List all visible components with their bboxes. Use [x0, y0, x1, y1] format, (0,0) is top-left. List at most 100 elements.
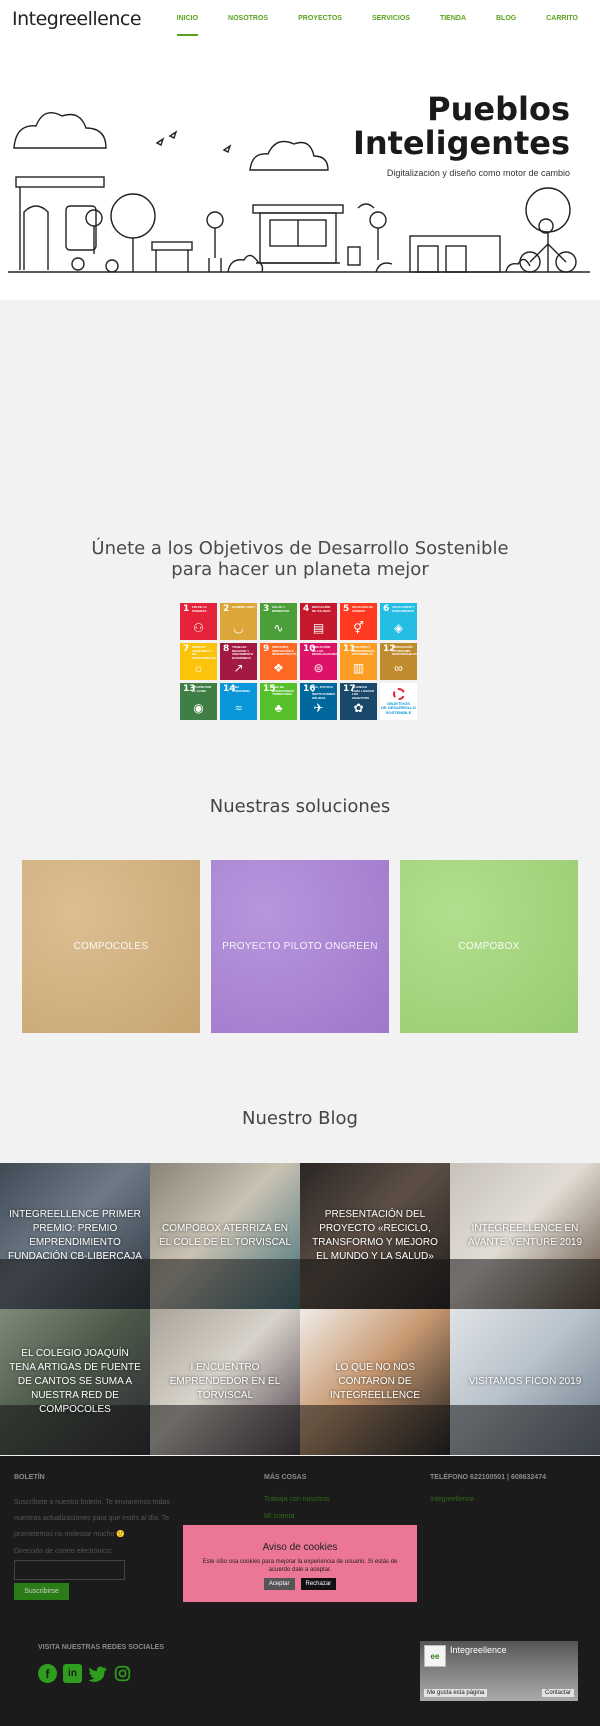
blog-post-shade [450, 1405, 600, 1455]
ods-goal-label: VIDA DE ECOSISTEMAS TERRESTRES [272, 685, 294, 696]
ods-goal-label: ALIANZAS PARA LOGRAR LOS OBJETIVOS [352, 685, 374, 700]
site-logo[interactable]: Integreellence [12, 8, 142, 30]
subscribe-button[interactable]: Suscribirse [14, 1583, 69, 1600]
nav-item-servicios[interactable]: SERVICIOS [372, 15, 410, 36]
water-icon: ◈ [393, 621, 404, 635]
solution-card-compocoles[interactable]: COMPOCOLES [22, 860, 200, 1033]
link-mi-cuenta[interactable]: Mi cuenta [264, 1513, 294, 1520]
ods-ring-icon [392, 687, 405, 700]
ods-goal-5[interactable]: 5 IGUALDAD DE GÉNERO ⚥ [340, 603, 377, 640]
ods-goal-label: AGUA LIMPIA Y SANEAMIENTO [392, 605, 415, 613]
blog-post-shade [0, 1259, 150, 1309]
infinity-icon: ∞ [394, 661, 403, 675]
nav-item-nosotros[interactable]: NOSOTROS [228, 15, 268, 36]
facebook-page-widget[interactable]: ee Integreellence Me gusta esta página C… [420, 1641, 578, 1701]
ods-goal-number: 6 [383, 604, 390, 614]
ods-heading: Únete a los Objetivos de Desarrollo Sost… [0, 538, 600, 580]
people-icon: ⚇ [193, 621, 204, 635]
solution-card-label: COMPOCOLES [73, 941, 149, 952]
bowl-icon: ◡ [233, 621, 244, 635]
blog-post-title: I ENCUENTRO EMPRENDEDOR EN EL TORVISCAL [169, 1362, 281, 1401]
ods-goal-label: TRABAJO DECENTE Y CRECIMIENTO ECONÓMICO [232, 645, 253, 660]
ods-goal-10[interactable]: 10 REDUCCIÓN DE LAS DESIGUALDADES ⊜ [300, 643, 337, 680]
ods-goal-7[interactable]: 7 ENERGÍA ASEQUIBLE Y NO CONTAMINANTE ☼ [180, 643, 217, 680]
blog-post[interactable]: PRESENTACIÓN DEL PROYECTO «RECICLO, TRAN… [300, 1163, 450, 1309]
ods-goal-number: 3 [263, 604, 270, 614]
ods-goal-4[interactable]: 4 EDUCACIÓN DE CALIDAD ▤ [300, 603, 337, 640]
ods-goal-label: EDUCACIÓN DE CALIDAD [312, 605, 331, 613]
blog-post[interactable]: INTEGREELLENCE EN AVANTE VENTURE 2019 [450, 1163, 600, 1309]
ods-goal-17[interactable]: 17 ALIANZAS PARA LOGRAR LOS OBJETIVOS ✿ [340, 683, 377, 720]
blog-post-title: INTEGREELLENCE PRIMER PREMIO: PREMIO EMP… [8, 1209, 142, 1262]
link-trabaja-con-nosotros[interactable]: Trabaja con nosotros [264, 1496, 330, 1503]
email-input[interactable] [14, 1560, 125, 1580]
newsletter-text: Suscríbete a nuestro boletín. Te enviare… [14, 1499, 170, 1538]
twitter-icon[interactable] [88, 1664, 107, 1683]
link-integreellence[interactable]: Integreellence [430, 1496, 474, 1503]
solution-card-compobox[interactable]: COMPOBOX [400, 860, 578, 1033]
blog-post[interactable]: COMPOBOX ATERRIZA EN EL COLE DE EL TORVI… [150, 1163, 300, 1309]
blog-post-shade [150, 1405, 300, 1455]
blog-post[interactable]: EL COLEGIO JOAQUÍN TENA ARTIGAS DE FUENT… [0, 1309, 150, 1455]
ods-goal-11[interactable]: 11 CIUDADES Y COMUNIDADES SOSTENIBLES ▥ [340, 643, 377, 680]
linkedin-icon[interactable]: in [63, 1664, 82, 1683]
nav-item-carrito[interactable]: CARRITO [546, 15, 578, 36]
blog-post-shade [300, 1405, 450, 1455]
ods-goal-12[interactable]: 12 PRODUCCIÓN Y CONSUMO RESPONSABLES ∞ [380, 643, 417, 680]
social-links: f in [38, 1664, 132, 1683]
growth-icon: ↗ [233, 661, 244, 675]
facebook-icon[interactable]: f [38, 1664, 57, 1683]
ods-goal-3[interactable]: 3 SALUD Y BIENESTAR ∿ [260, 603, 297, 640]
nav-item-tienda[interactable]: TIENDA [440, 15, 466, 36]
site-header: Integreellence INICIO NOSOTROS PROYECTOS… [0, 0, 600, 40]
ods-goal-9[interactable]: 9INDUSTRIA, INNOVACIÓN E INFRAESTRUCTURA… [260, 643, 297, 680]
cookie-text: Este sitio usa cookies para mejorar la e… [202, 1559, 398, 1573]
ods-goal-6[interactable]: 6 AGUA LIMPIA Y SANEAMIENTO ◈ [380, 603, 417, 640]
ods-goal-1[interactable]: 1 FIN DE LA POBREZA ⚇ [180, 603, 217, 640]
tree-icon: ♣ [274, 701, 283, 715]
cookie-reject-button[interactable]: Rechazar [300, 1578, 337, 1590]
blog-post[interactable]: I ENCUENTRO EMPRENDEDOR EN EL TORVISCAL [150, 1309, 300, 1455]
ods-heading-line2: para hacer un planeta mejor [171, 559, 429, 580]
solution-card-ongreen[interactable]: PROYECTO PILOTO ONGREEN [211, 860, 389, 1033]
ods-goal-number: 9 [263, 644, 270, 654]
ods-goal-15[interactable]: 15 VIDA DE ECOSISTEMAS TERRESTRES ♣ [260, 683, 297, 720]
blog-post-title: COMPOBOX ATERRIZA EN EL COLE DE EL TORVI… [158, 1223, 292, 1248]
book-icon: ▤ [312, 621, 325, 635]
flower-icon: ✿ [353, 701, 364, 715]
blog-post[interactable]: INTEGREELLENCE PRIMER PREMIO: PREMIO EMP… [0, 1163, 150, 1309]
nav-item-blog[interactable]: BLOG [496, 15, 516, 36]
ods-goal-number: 7 [183, 644, 190, 654]
nav-item-inicio[interactable]: INICIO [176, 15, 199, 36]
instagram-icon[interactable] [113, 1664, 132, 1683]
facebook-page-name[interactable]: Integreellence [450, 1645, 507, 1655]
cookie-buttons: Aceptar Rechazar [183, 1578, 417, 1590]
blog-post-title: PRESENTACIÓN DEL PROYECTO «RECICLO, TRAN… [312, 1209, 438, 1262]
hero-title-line2: Inteligentes [352, 124, 570, 162]
nav-item-proyectos[interactable]: PROYECTOS [298, 15, 342, 36]
ods-goal-label: FIN DE LA POBREZA [192, 605, 207, 613]
ods-goal-2[interactable]: 2 HAMBRE CERO ◡ [220, 603, 257, 640]
ods-goal-13[interactable]: 13 ACCIÓN POR EL CLIMA ◉ [180, 683, 217, 720]
social-heading: VISITA NUESTRAS REDES SOCIALES [38, 1644, 165, 1651]
cookie-title: Aviso de cookies [262, 1542, 338, 1553]
ods-goal-14[interactable]: 14 VIDA SUBMARINA ≈ [220, 683, 257, 720]
ods-goal-8[interactable]: 8 TRABAJO DECENTE Y CRECIMIENTO ECONÓMICO… [220, 643, 257, 680]
cookie-accept-button[interactable]: Aceptar [263, 1578, 295, 1590]
ods-goal-16[interactable]: 16 PAZ, JUSTICIA E INSTITUCIONES SÓLIDAS ✈ [300, 683, 337, 720]
ods-goal-label: INDUSTRIA, INNOVACIÓN E INFRAESTRUCTURA [272, 645, 297, 656]
facebook-contact-button[interactable]: Contactar [541, 1689, 574, 1697]
ods-goal-label: ACCIÓN POR EL CLIMA [192, 685, 212, 693]
email-label: Dirección de correo electrónico: [14, 1548, 113, 1555]
blog-post[interactable]: VISITAMOS FICON 2019 [450, 1309, 600, 1455]
heartbeat-icon: ∿ [273, 621, 284, 635]
blog-post[interactable]: LO QUE NO NOS CONTARON DE INTEGREELLENCE [300, 1309, 450, 1455]
ods-logo-text: SOSTENIBLE [385, 709, 412, 715]
hero-subtitle: Digitalización y diseño como motor de ca… [386, 168, 570, 178]
ods-logo: OBJETIVOS DE DESARROLLO SOSTENIBLE [380, 683, 417, 720]
ods-goal-label: PAZ, JUSTICIA E INSTITUCIONES SÓLIDAS [312, 685, 336, 700]
ods-goals-grid: 1 FIN DE LA POBREZA ⚇ 2 HAMBRE CERO ◡ 3 SALUD Y… [180, 603, 420, 720]
blog-heading: Nuestro Blog [242, 1108, 358, 1129]
ods-heading-line1: Únete a los Objetivos de Desarrollo Sost… [91, 538, 509, 559]
facebook-like-button[interactable]: Me gusta esta página [424, 1689, 488, 1697]
